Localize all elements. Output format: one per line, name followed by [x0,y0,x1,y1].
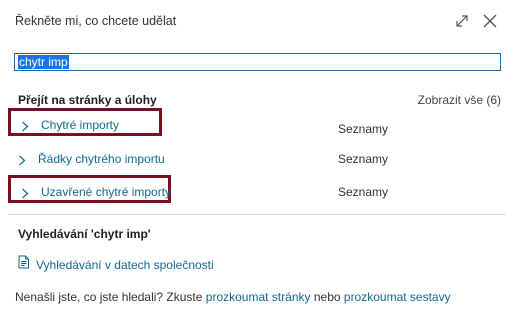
result-item-smart-import-lines[interactable]: Řádky chytrého importu Seznamy [8,145,504,173]
divider [8,214,506,215]
result-item-smart-imports[interactable]: Chytré importy [8,108,162,136]
result-item-category: Seznamy [338,152,389,166]
chevron-right-icon [21,186,29,204]
close-icon[interactable] [480,11,500,31]
footer-prefix: Nenašli jste, co jste hledali? Zkuste [15,290,203,304]
result-item-closed-smart-imports[interactable]: Uzavřené chytré importy [8,175,171,203]
chevron-right-icon [21,119,29,137]
expand-icon[interactable] [452,11,472,31]
result-item-label: Uzavřené chytré importy [41,185,172,199]
footer-connector: nebo [313,290,341,304]
explore-reports-link[interactable]: prozkoumat sestavy [344,290,451,304]
pages-section-heading: Přejít na stránky a úlohy [18,93,157,107]
result-item-category: Seznamy [338,122,389,136]
document-search-icon [18,255,30,274]
company-data-search-link[interactable]: Vyhledávání v datech společnosti [18,255,214,274]
result-item-category: Seznamy [338,185,389,199]
explore-pages-link[interactable]: prozkoumat stránky [206,290,311,304]
company-data-search-label: Vyhledávání v datech společnosti [36,257,214,272]
search-input-value: chytr imp [18,55,69,69]
search-section-heading: Vyhledávání 'chytr imp' [18,227,151,241]
search-input[interactable]: chytr imp [14,53,501,71]
result-item-label: Řádky chytrého importu [38,152,165,166]
footer-hint: Nenašli jste, co jste hledali? Zkuste pr… [15,290,451,304]
dialog-title: Řekněte mi, co chcete udělat [15,14,177,28]
chevron-right-icon [18,153,26,171]
result-item-label: Chytré importy [41,118,120,132]
show-all-link[interactable]: Zobrazit vše (6) [418,93,501,107]
